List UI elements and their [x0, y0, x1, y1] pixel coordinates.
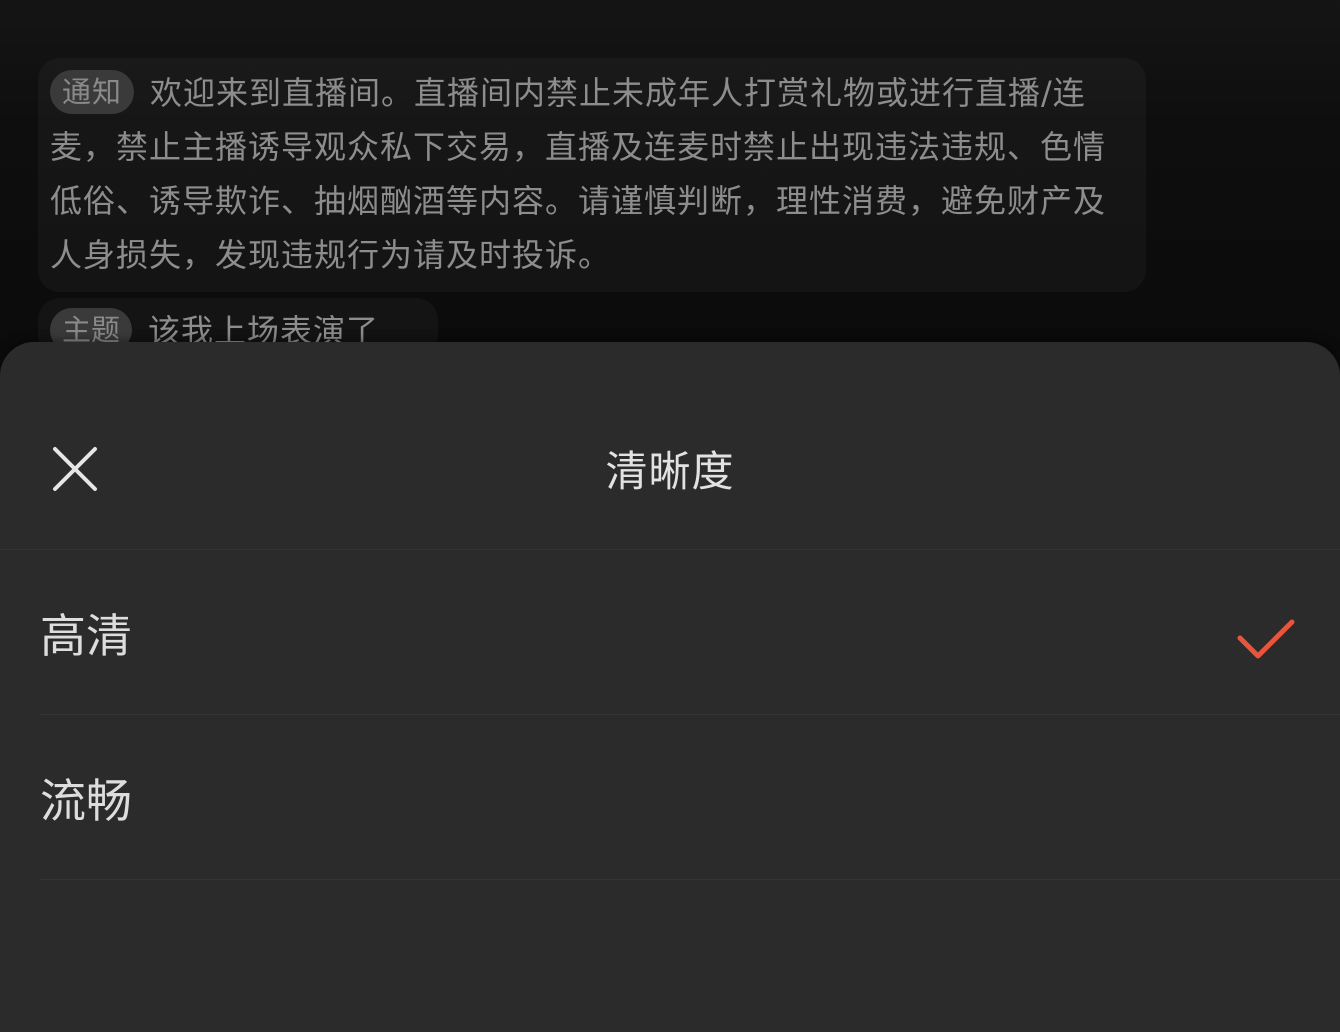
chat-area: 通知 欢迎来到直播间。直播间内禁止未成年人打赏礼物或进行直播/连麦，禁止主播诱导观…	[0, 0, 1340, 360]
option-label: 流畅	[40, 774, 132, 828]
notice-text-block: 通知 欢迎来到直播间。直播间内禁止未成年人打赏礼物或进行直播/连麦，禁止主播诱导观…	[50, 66, 1136, 282]
notice-message: 欢迎来到直播间。直播间内禁止未成年人打赏礼物或进行直播/连麦，禁止主播诱导观众私…	[50, 74, 1107, 274]
option-label: 高清	[40, 609, 132, 663]
notice-tag: 通知	[50, 70, 135, 114]
live-room-page: 通知 欢迎来到直播间。直播间内禁止未成年人打赏礼物或进行直播/连麦，禁止主播诱导观…	[0, 0, 1340, 1032]
option-smooth[interactable]: 流畅	[40, 715, 1340, 880]
option-hd[interactable]: 高清	[40, 550, 1340, 715]
system-notice: 通知 欢迎来到直播间。直播间内禁止未成年人打赏礼物或进行直播/连麦，禁止主播诱导观…	[38, 58, 1146, 292]
sheet-header: 清晰度	[0, 342, 1340, 550]
checkmark-icon	[1237, 619, 1295, 659]
resolution-sheet: 清晰度 高清 流畅	[0, 342, 1340, 1032]
sheet-title: 清晰度	[605, 447, 735, 496]
